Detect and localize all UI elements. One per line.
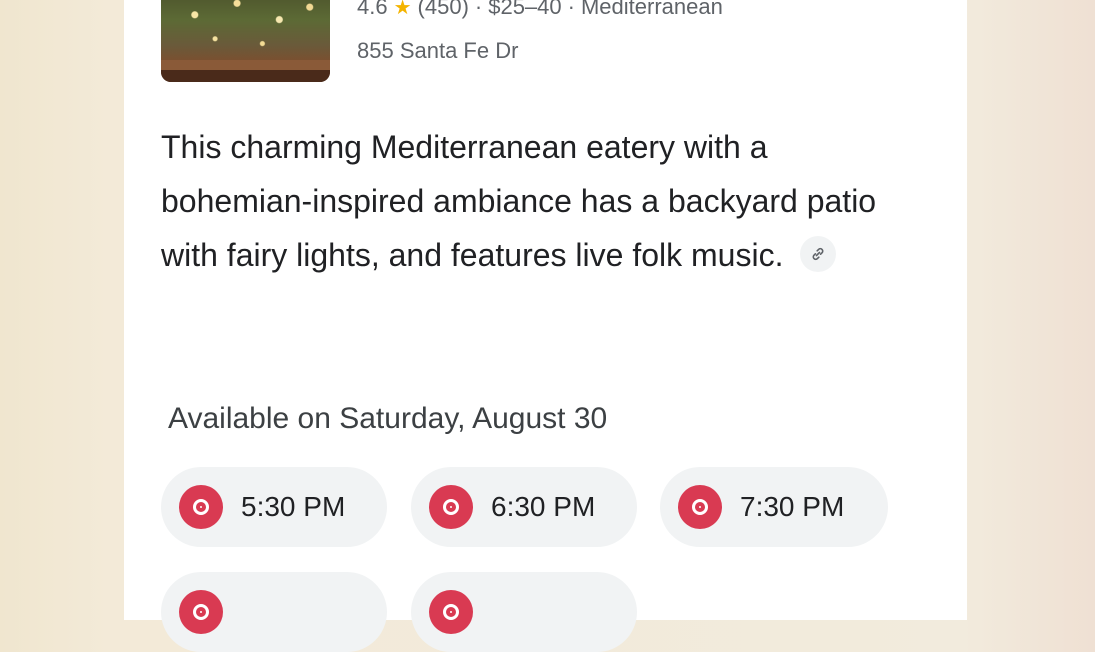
star-icon: ★	[393, 0, 412, 19]
photo-bench	[161, 60, 330, 70]
time-slot-label: 5:30 PM	[241, 491, 346, 522]
reserve-icon	[429, 485, 473, 529]
time-slot-button[interactable]: 7:30 PM	[660, 467, 888, 547]
cuisine-type: Mediterranean	[580, 0, 723, 19]
rating-value: 4.6	[357, 0, 388, 19]
meta-separator: ·	[474, 0, 483, 19]
reserve-icon	[179, 590, 223, 634]
meta-separator: ·	[567, 0, 575, 19]
reserve-icon	[179, 485, 223, 529]
time-slot-button[interactable]: 5:30 PM	[161, 467, 387, 547]
photo-floor	[161, 70, 330, 82]
description-text: This charming Mediterranean eatery with …	[161, 129, 877, 273]
price-range: $25–40	[488, 0, 562, 19]
time-slot-label: 7:30 PM	[740, 491, 845, 522]
restaurant-meta: 4.6 ★ (450) · $25–40 · Mediterranean	[357, 0, 723, 20]
restaurant-photo[interactable]	[161, 0, 330, 82]
time-slot-label: 6:30 PM	[491, 491, 596, 522]
review-count: (450)	[417, 0, 469, 19]
link-icon	[812, 247, 824, 260]
reserve-icon	[678, 485, 722, 529]
time-slot-button[interactable]: 6:30 PM	[411, 467, 637, 547]
restaurant-description: This charming Mediterranean eatery with …	[161, 120, 921, 282]
availability-heading: Available on Saturday, August 30	[168, 402, 608, 435]
time-slot-button[interactable]	[411, 572, 637, 652]
reserve-icon	[429, 590, 473, 634]
source-link-button[interactable]	[800, 235, 837, 272]
restaurant-address: 855 Santa Fe Dr	[357, 38, 519, 63]
time-slot-button[interactable]	[161, 572, 387, 652]
